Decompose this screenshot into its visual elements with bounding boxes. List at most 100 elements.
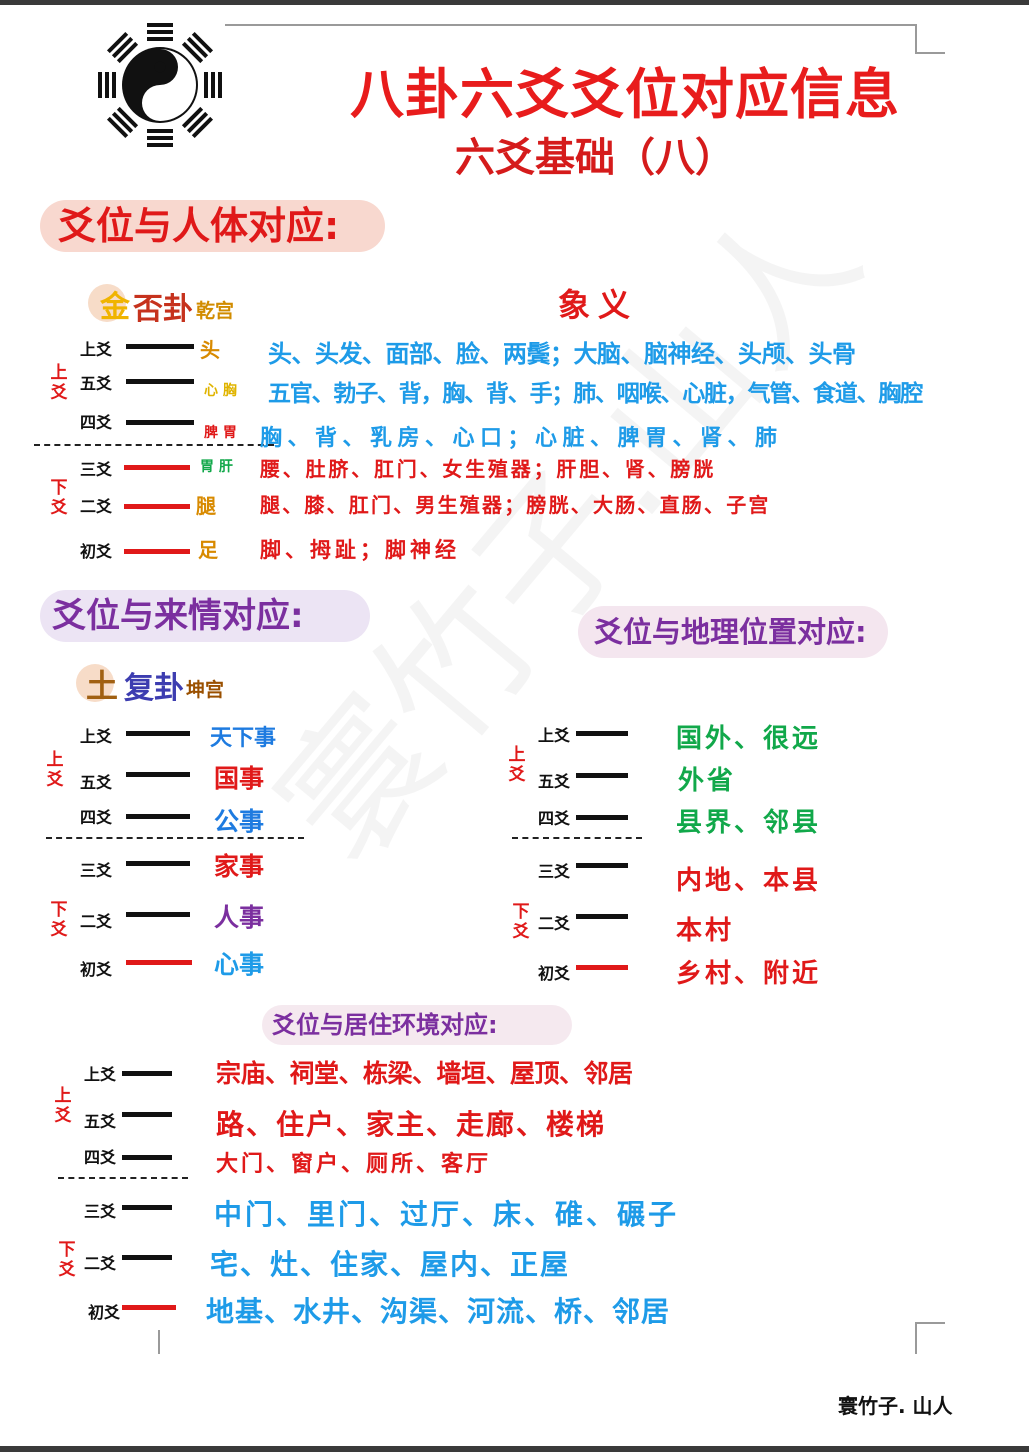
frame-top — [0, 0, 1029, 5]
yao-label: 上爻 — [538, 726, 571, 745]
geography-text: 乡村、附近 — [676, 959, 822, 989]
body-part-mark: 足 — [198, 538, 218, 562]
frame-bottom — [0, 1446, 1029, 1452]
group-label-char: 上 — [50, 363, 68, 383]
group-label-char: 爻 — [512, 922, 530, 942]
yang-line — [576, 965, 628, 970]
yin-line — [122, 1205, 172, 1210]
yao-label: 二爻 — [80, 912, 113, 931]
section-matters-heading: 爻位与来情对应: — [40, 590, 370, 642]
lower-group-label: 下爻 — [512, 902, 530, 942]
body-meaning-text: 头、头发、面部、脸、两鬓；大脑、脑神经、头颅、头骨 — [268, 340, 856, 368]
yao-label: 三爻 — [80, 861, 113, 880]
page-corner-top-right — [915, 24, 945, 54]
yin-line — [576, 731, 628, 736]
yin-line — [576, 815, 628, 820]
page-title: 八卦六爻爻位对应信息 — [350, 62, 900, 126]
yao-label: 四爻 — [80, 413, 113, 432]
geography-text: 县界、邻县 — [676, 808, 822, 838]
group-label-char: 爻 — [50, 920, 68, 940]
bagua-taiji-icon — [98, 23, 222, 147]
body-meaning-text: 胸、背、乳房、心口；心脏、脾胃、肾、肺 — [260, 426, 783, 451]
body-part-mark: 心 胸 — [204, 383, 237, 399]
dwelling-text: 地基、水井、沟渠、河流、桥、邻居 — [206, 1295, 671, 1328]
yin-line — [122, 1155, 172, 1160]
group-label-char: 上 — [508, 745, 526, 765]
yao-label: 四爻 — [538, 809, 571, 828]
page-corner-bottom-right — [915, 1322, 945, 1354]
yin-line — [124, 465, 190, 470]
upper-group-label: 上爻 — [54, 1086, 72, 1126]
yang-line — [122, 1305, 176, 1310]
body-meaning-text: 腰、肚脐、肛门、女生殖器；肝胆、肾、膀胱 — [260, 457, 716, 481]
yin-line — [126, 814, 190, 819]
group-label-char: 下 — [50, 478, 68, 498]
group-label-char: 爻 — [50, 498, 68, 518]
geography-text: 外省 — [678, 766, 737, 796]
author-signature: 寰竹子. 山人 — [838, 1394, 953, 1418]
yin-line — [126, 861, 190, 866]
yang-line — [126, 960, 192, 965]
yin-line — [124, 549, 190, 554]
yao-label: 上爻 — [80, 727, 113, 746]
group-label-char: 爻 — [50, 383, 68, 403]
yao-label: 五爻 — [80, 374, 113, 393]
yin-line — [576, 914, 628, 919]
yin-line — [122, 1071, 172, 1076]
body-part-mark: 脾 胃 — [204, 425, 237, 441]
dwelling-text: 路、住户、家主、走廊、楼梯 — [216, 1108, 607, 1141]
body-part-mark: 头 — [200, 338, 220, 362]
yao-label: 二爻 — [538, 914, 571, 933]
gua-element: 土 — [86, 667, 119, 705]
yin-line — [124, 504, 190, 509]
divider-dashed — [34, 444, 274, 446]
yao-label: 初爻 — [88, 1303, 121, 1322]
body-part-mark: 胃 肝 — [200, 459, 233, 475]
divider-dashed — [512, 837, 642, 839]
matter-text: 公事 — [214, 807, 265, 836]
body-meaning-text: 脚、拇趾；脚神经 — [260, 538, 460, 562]
gua-palace: 坤宫 — [186, 679, 225, 701]
matter-text: 国事 — [214, 764, 265, 793]
gua-name: 否卦 — [133, 292, 193, 327]
dwelling-text: 宅、灶、住家、屋内、正屋 — [210, 1248, 571, 1281]
yao-label: 上爻 — [80, 340, 113, 359]
matter-text: 心事 — [214, 950, 265, 979]
yin-line — [126, 772, 190, 777]
yang-line — [126, 344, 194, 349]
geography-text: 国外、很远 — [676, 724, 822, 754]
group-label-char: 上 — [46, 750, 64, 770]
yao-label: 五爻 — [80, 773, 113, 792]
matter-text: 家事 — [214, 852, 265, 881]
lower-group-label: 下爻 — [58, 1240, 76, 1280]
dwelling-text: 大门、窗户、厕所、客厅 — [216, 1152, 492, 1177]
section-body-heading: 爻位与人体对应: — [40, 200, 385, 252]
yin-line — [576, 773, 628, 778]
matter-text: 人事 — [214, 903, 265, 932]
yao-label: 初爻 — [80, 960, 113, 979]
yin-line — [126, 912, 190, 917]
gua-name: 复卦 — [124, 671, 184, 706]
upper-group-label: 上爻 — [508, 745, 526, 785]
group-label-char: 爻 — [58, 1260, 76, 1280]
geography-text: 本村 — [676, 916, 735, 946]
yao-label: 三爻 — [80, 460, 113, 479]
yin-line — [122, 1112, 172, 1117]
group-label-char: 爻 — [508, 765, 526, 785]
page-corner-bottom-left — [158, 1330, 160, 1354]
meaning-heading: 象义 — [558, 286, 639, 324]
gua-element: 金 — [100, 290, 130, 325]
yao-label: 五爻 — [538, 772, 571, 791]
yao-label: 四爻 — [84, 1148, 117, 1167]
yao-label: 初爻 — [80, 542, 113, 561]
yin-line — [126, 731, 190, 736]
page-subtitle: 六爻基础（八） — [455, 134, 735, 181]
gua-palace: 乾宫 — [196, 300, 235, 322]
group-label-char: 下 — [512, 902, 530, 922]
group-label-char: 爻 — [54, 1106, 72, 1126]
lower-group-label: 下爻 — [50, 900, 68, 940]
upper-group-label: 上爻 — [46, 750, 64, 790]
yang-line — [126, 379, 194, 384]
divider-dashed — [46, 837, 304, 839]
group-label-char: 下 — [58, 1240, 76, 1260]
